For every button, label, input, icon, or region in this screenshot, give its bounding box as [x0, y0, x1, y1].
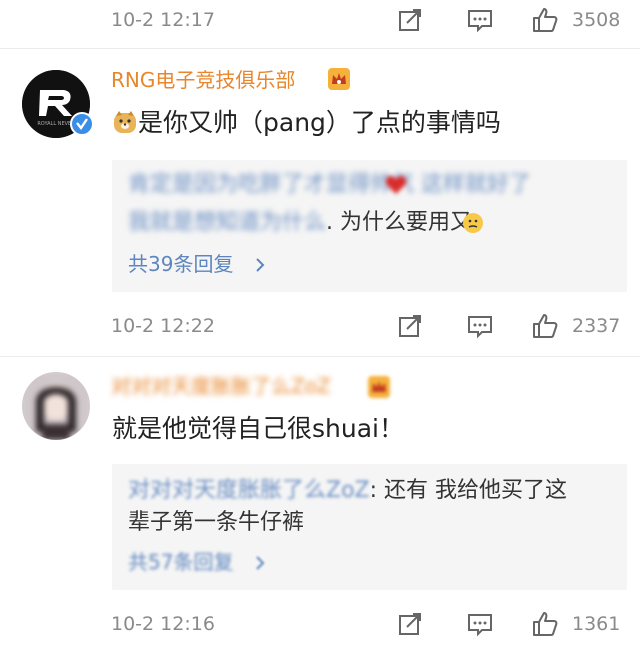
divider [0, 356, 640, 357]
share-icon[interactable] [395, 609, 425, 639]
reply-line: 我就是想知道为什么. 为什么要用又 [128, 210, 473, 235]
reply-text: 辈子第一条牛仔裤 [128, 510, 305, 535]
top-meta-row: 10-2 12:17 3508 [0, 0, 640, 40]
crown-badge-icon [366, 374, 392, 400]
like-count: 3508 [572, 9, 621, 31]
comment-time: 10-2 12:22 [111, 315, 215, 337]
reply-line: 对对对天度胀胀了么ZoZ: 还有 我给他买了这 [128, 478, 568, 503]
comment-icon[interactable] [465, 609, 495, 639]
reply-text: . 为什么要用又 [326, 210, 473, 235]
like-icon[interactable] [530, 311, 560, 341]
reply-text: : 还有 我给他买了这 [369, 478, 568, 503]
like-icon[interactable] [530, 5, 560, 35]
like-count: 1361 [572, 613, 621, 635]
doge-emoji-icon [112, 110, 138, 136]
verified-icon [70, 112, 94, 136]
comment-icon[interactable] [465, 311, 495, 341]
comment-text: 就是他觉得自己很shuai！ [112, 414, 404, 443]
comment-time: 10-2 12:17 [111, 9, 215, 31]
comment-meta-row: 10-2 12:16 1361 [0, 604, 640, 644]
divider [0, 48, 640, 49]
like-count: 2337 [572, 315, 621, 337]
chevron-right-icon [252, 554, 268, 572]
thinking-emoji-icon [462, 212, 484, 234]
heart-icon [384, 174, 408, 196]
chevron-right-icon [252, 256, 268, 274]
crown-badge-icon [326, 66, 352, 92]
reply-line: 辈子第一条牛仔裤 [128, 508, 304, 538]
comment-time: 10-2 12:16 [111, 613, 215, 635]
comment-meta-row: 10-2 12:22 2337 [0, 306, 640, 346]
view-replies-link[interactable]: 共57条回复 [128, 548, 233, 576]
reply-preview-box[interactable]: 肯定是因为吃胖了才显得帅气 这样就好了 我就是想知道为什么. 为什么要用又 共3… [112, 160, 627, 292]
share-icon[interactable] [395, 5, 425, 35]
like-icon[interactable] [530, 609, 560, 639]
comment-username[interactable]: RNG电子竞技俱乐部 [111, 66, 295, 94]
comment-icon[interactable] [465, 5, 495, 35]
comment-username[interactable]: 对对对天度胀胀了么ZoZ [111, 372, 331, 400]
reply-line-blurred: 肯定是因为吃胖了才显得帅气 这样就好了 [128, 172, 531, 197]
reply-preview-box[interactable]: 对对对天度胀胀了么ZoZ: 还有 我给他买了这 辈子第一条牛仔裤 共57条回复 [112, 464, 627, 590]
share-icon[interactable] [395, 311, 425, 341]
view-replies-link[interactable]: 共39条回复 [128, 250, 233, 278]
comment-text: 是你又帅（pang）了点的事情吗 [138, 108, 501, 137]
avatar[interactable] [22, 372, 90, 440]
